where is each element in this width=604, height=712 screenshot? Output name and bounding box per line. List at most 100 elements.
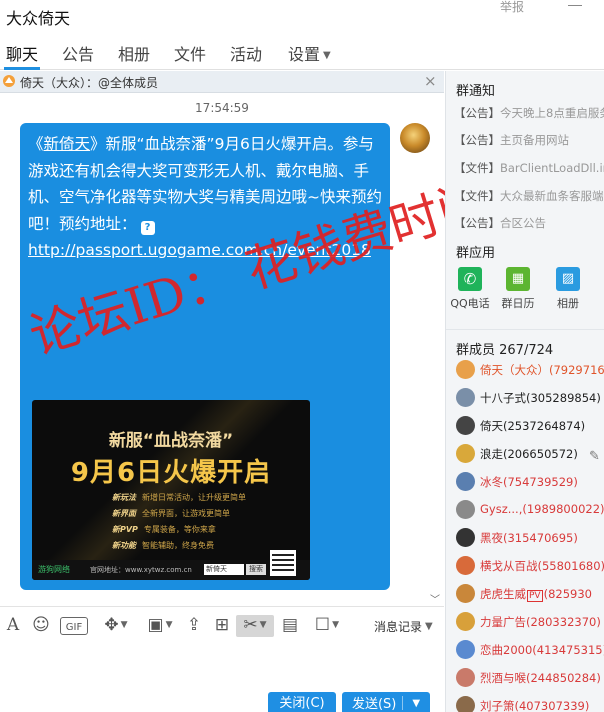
app-label: 群日历 — [501, 297, 535, 310]
tab-files[interactable]: 文件 — [174, 41, 206, 65]
chevron-down-icon[interactable]: ﹀ — [430, 591, 440, 605]
avatar[interactable] — [456, 444, 475, 463]
sender-avatar[interactable] — [400, 123, 430, 153]
avatar[interactable] — [456, 556, 475, 575]
member-name-text: 刘子箫(407307339) — [480, 699, 590, 712]
member-name: 力量广告(280332370) — [480, 614, 601, 630]
group-apps-title: 群应用 — [456, 246, 496, 261]
notice-item[interactable]: 【公告】合区公告 — [454, 215, 604, 231]
app-calendar[interactable]: ▦ 群日历 — [496, 267, 540, 311]
title-bar: 大众倚天 举报 — [0, 0, 604, 32]
event-link[interactable]: http://passport.ugogame.com.cn/event2018 — [28, 241, 371, 259]
notice-tag: 【文件】 — [454, 161, 500, 175]
member-name-text: 恋曲2000(413475315) — [480, 643, 604, 657]
member-row[interactable]: 刘子箫(407307339) — [454, 693, 604, 712]
tab-album[interactable]: 相册 — [118, 41, 150, 65]
minimize-icon[interactable] — [568, 0, 582, 6]
avatar[interactable] — [456, 640, 475, 659]
member-row[interactable]: 烈酒与喉(244850284) — [454, 665, 604, 689]
member-name: 浪走(206650572) — [480, 446, 578, 462]
avatar[interactable] — [456, 500, 475, 519]
avatar[interactable] — [456, 528, 475, 547]
member-row[interactable]: Gysz...,(1989800022) — [454, 497, 604, 521]
notice-item[interactable]: 【文件】BarClientLoadDll.ini — [454, 160, 604, 176]
send-divider — [402, 696, 404, 710]
avatar[interactable] — [456, 612, 475, 631]
gif-icon[interactable]: GIF — [60, 617, 88, 635]
tab-announcements[interactable]: 公告 — [62, 41, 94, 65]
member-row[interactable]: 浪走(206650572) — [454, 441, 604, 465]
image-icon[interactable]: ▣ ▼ — [142, 615, 178, 637]
promo-headline: 新服“血战奈潘” — [108, 431, 234, 451]
promo-image[interactable]: 新服“血战奈潘” 9月6日火爆开启 新玩法 新增日常活动，让升级更简单 新界面 全新… — [32, 400, 310, 580]
member-name-text: 烈酒与喉(244850284) — [480, 671, 601, 685]
message-input[interactable]: 关闭(C) 发送(S) ▼ — [0, 644, 444, 712]
member-name: 倚天（大众）(79297163 — [480, 362, 604, 378]
notice-text: 主页备用网站 — [500, 133, 569, 147]
help-icon[interactable]: ? — [140, 220, 155, 235]
screenshot-icon[interactable]: ✂ ▼ — [236, 615, 274, 637]
more-tools-icon[interactable]: ☐ ▼ — [310, 615, 344, 637]
emoji-icon[interactable]: ☺ — [30, 615, 52, 637]
member-row[interactable]: 力量广告(280332370) — [454, 609, 604, 633]
edit-icon[interactable]: ✎ — [589, 449, 600, 464]
notice-text: 合区公告 — [500, 216, 546, 230]
avatar[interactable] — [456, 388, 475, 407]
group-notice-title: 群通知 — [456, 84, 496, 99]
tab-settings[interactable]: 设置 ▼ — [288, 41, 331, 65]
notice-item[interactable]: 【公告】今天晚上8点重启服务器 — [454, 105, 604, 121]
upload-icon[interactable]: ⇪ — [184, 615, 204, 637]
notice-item[interactable]: 【公告】主页备用网站 — [454, 132, 604, 148]
tab-bar: 聊天 公告 相册 文件 活动 设置 ▼ — [0, 32, 604, 70]
member-name-text: 横戈从百战(55801680) — [480, 559, 604, 573]
app-qq-call[interactable]: ✆ QQ电话 — [448, 267, 492, 311]
notice-tag: 【公告】 — [454, 133, 500, 147]
app-album[interactable]: ▨ 相册 — [546, 267, 590, 311]
promo-date: 9月6日火爆开启 — [70, 458, 272, 488]
tab-activity[interactable]: 活动 — [230, 41, 262, 65]
close-button[interactable]: 关闭(C) — [268, 692, 336, 712]
member-row[interactable]: 倚天(2537264874) — [454, 413, 604, 437]
avatar[interactable] — [456, 416, 475, 435]
input-toolbar: A ☺ GIF ✥ ▼ ▣ ▼ ⇪ ⊞ ✂ ▼ ▤ ☐ ▼ 消息记录 ▼ — [0, 606, 444, 644]
red-packet-icon[interactable]: ▤ — [280, 615, 300, 637]
notice-text: 今天晚上8点重启服务器 — [500, 106, 604, 120]
publisher-logo: 游狗网络 — [38, 565, 70, 574]
avatar[interactable] — [456, 696, 475, 712]
close-icon[interactable]: × — [424, 72, 437, 90]
avatar[interactable] — [456, 668, 475, 687]
member-name: Gysz...,(1989800022) — [480, 502, 604, 516]
member-row[interactable]: 虎虎生威 PV (825930 — [454, 581, 604, 605]
member-row[interactable]: 冰冬(754739529) — [454, 469, 604, 493]
notice-text: BarClientLoadDll.ini — [500, 161, 604, 175]
chevron-down-icon[interactable]: ▼ — [412, 698, 420, 709]
font-icon[interactable]: A — [4, 615, 22, 637]
notice-text: 倚天（大众）：@全体成员 — [20, 76, 159, 90]
member-row[interactable]: 横戈从百战(55801680) — [454, 553, 604, 577]
promo-search-box: 新倚天 — [204, 564, 244, 575]
member-name-text: 倚天(2537264874) — [480, 419, 586, 433]
gift-icon[interactable]: ⊞ — [212, 615, 232, 637]
member-row[interactable]: 黑夜(315470695) — [454, 525, 604, 549]
photo-icon: ▨ — [556, 267, 580, 291]
notice-item[interactable]: 【文件】大众最新血条客服端 — [454, 188, 604, 204]
chevron-down-icon: ▼ — [425, 621, 433, 632]
mention-notice-bar[interactable]: 倚天（大众）：@全体成员 × — [0, 71, 444, 93]
avatar[interactable] — [456, 360, 475, 379]
member-row[interactable]: 倚天（大众）(79297163 — [454, 357, 604, 381]
notice-tag: 【文件】 — [454, 189, 500, 203]
promo-feature: 新玩法 新增日常活动，让升级更简单 — [112, 492, 246, 503]
message-history-button[interactable]: 消息记录 ▼ — [374, 618, 433, 635]
member-row[interactable]: 十八子式(305289854) — [454, 385, 604, 409]
avatar[interactable] — [456, 472, 475, 491]
avatar[interactable] — [456, 584, 475, 603]
magic-emoji-icon[interactable]: ✥ ▼ — [98, 615, 134, 637]
send-button[interactable]: 发送(S) ▼ — [342, 692, 430, 712]
app-label: QQ电话 — [450, 297, 490, 310]
promo-feature: 新PVP 专属装备，等你来拿 — [112, 524, 216, 535]
member-row[interactable]: 恋曲2000(413475315) — [454, 637, 604, 661]
tab-chat[interactable]: 聊天 — [6, 41, 38, 65]
report-link[interactable]: 举报 — [500, 0, 524, 15]
game-name-link[interactable]: 新倚天 — [44, 135, 91, 153]
member-name-text: 黑夜(315470695) — [480, 531, 578, 545]
